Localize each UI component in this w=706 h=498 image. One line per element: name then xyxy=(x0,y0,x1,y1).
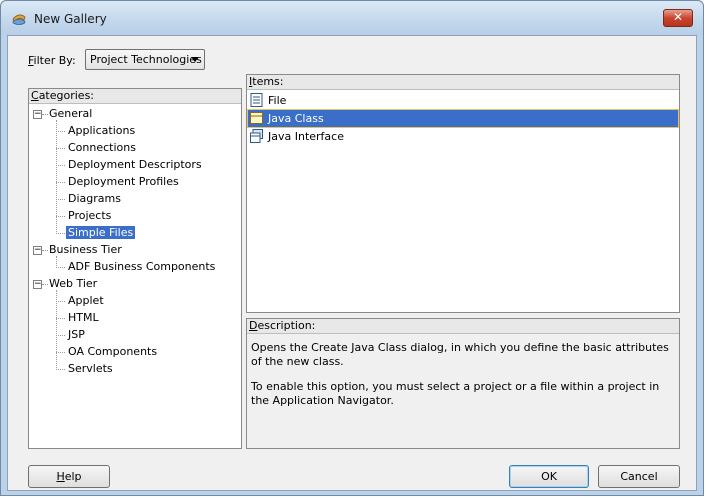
tree-connector xyxy=(56,148,65,149)
title-bar[interactable]: New Gallery ✕ xyxy=(1,1,703,35)
tree-item-label: HTML xyxy=(68,311,99,324)
tree-item-connections[interactable]: Connections xyxy=(66,140,138,156)
tree-item-applications[interactable]: Applications xyxy=(66,123,137,139)
categories-panel: Categories: − General Applications Connecti… xyxy=(28,88,242,449)
tree-item-diagrams[interactable]: Diagrams xyxy=(66,191,123,207)
tree-connector xyxy=(56,335,65,336)
tree-item-servlets[interactable]: Servlets xyxy=(66,361,115,377)
tree-item-jsp[interactable]: JSP xyxy=(66,327,87,343)
tree-item-oa-components[interactable]: OA Components xyxy=(66,344,159,360)
window-title: New Gallery xyxy=(34,12,107,26)
help-button[interactable]: Help xyxy=(28,465,110,488)
java-class-icon xyxy=(250,112,263,124)
filter-dropdown[interactable]: Project Technologies xyxy=(85,49,205,70)
items-panel: Items: File Java Class Java Interface xyxy=(246,74,680,313)
close-icon: ✕ xyxy=(672,10,684,24)
tree-connector xyxy=(56,318,65,319)
tree-item-label: Deployment Descriptors xyxy=(68,158,202,171)
tree-item-applet[interactable]: Applet xyxy=(66,293,106,309)
tree-item-deployment-profiles[interactable]: Deployment Profiles xyxy=(66,174,181,190)
tree-item-label: Projects xyxy=(68,209,112,222)
tree-connector xyxy=(56,233,65,234)
tree-item-html[interactable]: HTML xyxy=(66,310,101,326)
item-java-interface[interactable]: Java Interface xyxy=(248,128,678,145)
tree-item-label: Applet xyxy=(68,294,104,307)
item-file[interactable]: File xyxy=(248,92,678,109)
tree-connector xyxy=(56,301,65,302)
tree-connector xyxy=(56,267,65,268)
item-label: Java Class xyxy=(268,112,324,125)
collapse-icon[interactable]: − xyxy=(33,246,42,255)
tree-group-general[interactable]: General xyxy=(47,106,94,122)
tree-group-label: General xyxy=(49,107,93,120)
tree-item-simple-files[interactable]: Simple Files xyxy=(66,225,136,241)
tree-connector xyxy=(56,290,57,370)
tree-connector xyxy=(56,182,65,183)
tree-group-label: Web Tier xyxy=(49,277,98,290)
tree-item-deployment-descriptors[interactable]: Deployment Descriptors xyxy=(66,157,204,173)
dialog-content: Filter By: Project Technologies Categori… xyxy=(7,35,697,491)
tree-item-label: ADF Business Components xyxy=(68,260,216,273)
java-interface-icon xyxy=(250,129,263,143)
tree-connector xyxy=(56,131,65,132)
filter-label: Filter By: xyxy=(28,54,76,67)
tree-connector xyxy=(56,120,57,234)
collapse-icon[interactable]: − xyxy=(33,110,42,119)
close-button[interactable]: ✕ xyxy=(663,9,693,27)
file-icon xyxy=(250,93,263,107)
tree-item-label: OA Components xyxy=(68,345,158,358)
tree-connector xyxy=(56,199,65,200)
item-label: File xyxy=(268,94,287,107)
gallery-icon xyxy=(12,14,26,25)
tree-group-label: Business Tier xyxy=(49,243,122,256)
tree-item-projects[interactable]: Projects xyxy=(66,208,113,224)
tree-item-label: Applications xyxy=(68,124,136,137)
tree-item-label: Diagrams xyxy=(68,192,121,205)
chevron-down-icon xyxy=(191,57,199,62)
item-label: Java Interface xyxy=(268,130,344,143)
tree-connector xyxy=(56,256,57,268)
tree-group-web-tier[interactable]: Web Tier xyxy=(47,276,99,292)
description-text: Opens the Create Java Class dialog, in w… xyxy=(251,341,671,419)
categories-header: Categories: xyxy=(29,89,241,104)
description-paragraph: Opens the Create Java Class dialog, in w… xyxy=(251,341,669,368)
items-header: Items: xyxy=(247,75,679,90)
description-panel: Description: Opens the Create Java Class… xyxy=(246,318,680,449)
tree-item-label: Servlets xyxy=(68,362,113,375)
cancel-button[interactable]: Cancel xyxy=(598,465,680,488)
dialog-window: New Gallery ✕ Filter By: Project Technol… xyxy=(0,0,704,496)
ok-button[interactable]: OK xyxy=(509,465,589,488)
description-header: Description: xyxy=(247,319,679,334)
tree-connector xyxy=(56,216,65,217)
description-paragraph: To enable this option, you must select a… xyxy=(251,380,660,407)
tree-item-label: Deployment Profiles xyxy=(68,175,179,188)
item-java-class[interactable]: Java Class xyxy=(247,109,679,128)
tree-group-business-tier[interactable]: Business Tier xyxy=(47,242,124,258)
tree-item-adf-business-components[interactable]: ADF Business Components xyxy=(66,259,217,275)
filter-selected-value: Project Technologies xyxy=(90,53,202,66)
collapse-icon[interactable]: − xyxy=(33,280,42,289)
tree-item-label: Connections xyxy=(68,141,136,154)
tree-connector xyxy=(56,352,65,353)
tree-connector xyxy=(56,165,65,166)
tree-connector xyxy=(56,369,65,370)
tree-item-label: JSP xyxy=(68,328,85,341)
tree-item-label: Simple Files xyxy=(66,226,136,239)
